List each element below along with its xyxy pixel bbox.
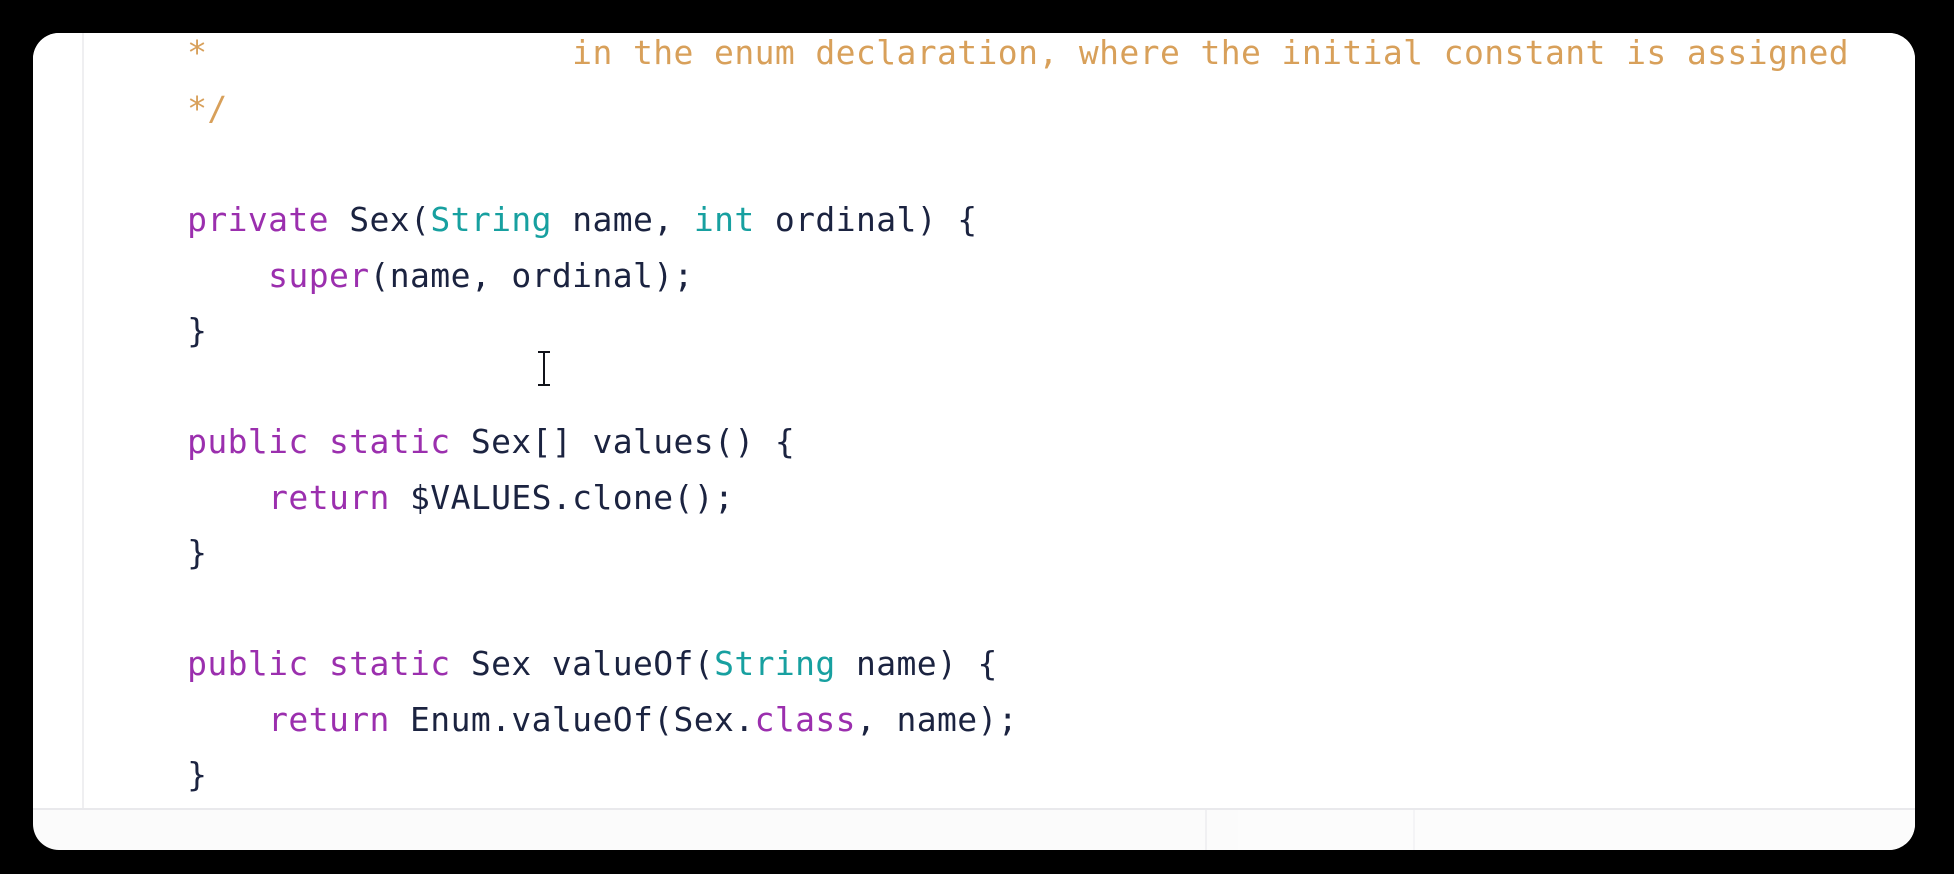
code-token-type: String <box>714 644 836 683</box>
code-line[interactable]: public static Sex valueOf(String name) { <box>84 636 1915 692</box>
code-line[interactable]: return Enum.valueOf(Sex.class, name); <box>84 692 1915 748</box>
code-token-punct: ( <box>410 200 431 239</box>
code-token-type: String <box>430 200 552 239</box>
status-bar-right-region <box>1238 810 1915 850</box>
code-token-comment: */ <box>187 89 228 128</box>
code-token-ident: Sex valueOf( <box>450 644 715 683</box>
code-line[interactable]: */ <box>84 81 1915 137</box>
code-token-type: int <box>693 200 755 239</box>
code-token-ident: $VALUES.clone(); <box>389 477 735 517</box>
code-line[interactable]: } <box>84 303 1915 359</box>
code-token-ident: Enum.valueOf(Sex. <box>389 699 755 739</box>
code-line[interactable] <box>84 137 1915 193</box>
code-token-comment: in the enum declaration, where the initi… <box>207 33 1850 72</box>
code-line[interactable]: } <box>84 747 1915 803</box>
editor-status-bar[interactable] <box>33 808 1915 850</box>
code-token-kw: class <box>754 699 856 739</box>
code-token-kw: super <box>268 255 370 295</box>
code-token-kw: private <box>187 200 329 239</box>
code-token-ident: name, <box>551 200 694 239</box>
screen: * in the enum declaration, where the ini… <box>0 0 1954 874</box>
code-line[interactable] <box>84 359 1915 415</box>
code-token-kw: public <box>187 422 309 461</box>
code-text-area[interactable]: * in the enum declaration, where the ini… <box>84 33 1915 808</box>
code-token-punct: } <box>187 755 208 794</box>
code-token-kw: return <box>268 477 390 517</box>
code-token-ident: Sex <box>349 200 411 239</box>
code-editor-panel[interactable]: * in the enum declaration, where the ini… <box>33 33 1915 808</box>
code-line[interactable]: super(name, ordinal); <box>84 248 1915 304</box>
code-token-ident: Sex[] values() { <box>450 422 796 461</box>
code-token-ident: ordinal) { <box>754 200 978 239</box>
code-token-kw: static <box>328 422 451 461</box>
code-token-ident: name) { <box>835 644 998 683</box>
status-bar-divider-2 <box>1413 810 1415 850</box>
editor-gutter[interactable] <box>33 33 82 808</box>
code-token-kw: return <box>268 699 390 739</box>
code-line[interactable]: * in the enum declaration, where the ini… <box>84 33 1915 81</box>
code-line[interactable]: } <box>84 525 1915 581</box>
code-line[interactable]: private Sex(String name, int ordinal) { <box>84 192 1915 248</box>
code-token-kw: public <box>187 644 309 683</box>
code-token-ident: , name); <box>855 699 1019 739</box>
code-line[interactable] <box>84 581 1915 637</box>
code-token-ident: (name, ordinal); <box>369 255 694 295</box>
code-line[interactable]: public static Sex[] values() { <box>84 414 1915 470</box>
code-token-kw: static <box>328 644 451 683</box>
code-token-punct: } <box>187 311 208 350</box>
code-token-punct: } <box>187 533 208 572</box>
code-line[interactable]: return $VALUES.clone(); <box>84 470 1915 526</box>
code-token-comment: * <box>187 33 208 72</box>
status-bar-divider-1 <box>1205 810 1207 850</box>
